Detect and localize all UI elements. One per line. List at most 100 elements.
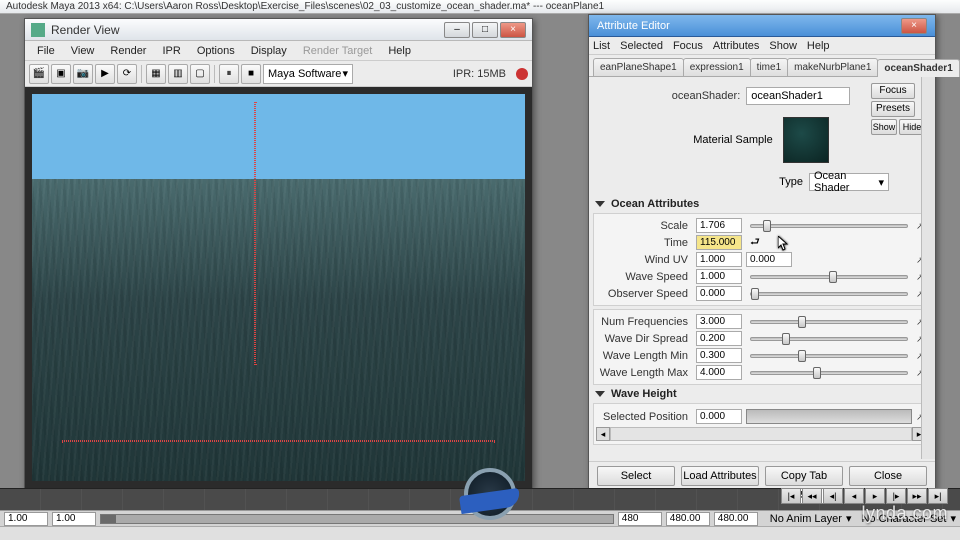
render-icon[interactable]: 🎬	[29, 64, 49, 84]
render-region-icon[interactable]: ▣	[51, 64, 71, 84]
refresh-icon[interactable]: ⟳	[117, 64, 137, 84]
range-slider[interactable]	[100, 514, 614, 524]
ipr-icon[interactable]: ▶	[95, 64, 115, 84]
maximize-button[interactable]: □	[472, 22, 498, 38]
menu-file[interactable]: File	[29, 43, 63, 59]
anim-layer-label[interactable]: No Anim Layer	[770, 513, 842, 525]
options-icon[interactable]: ▢	[190, 64, 210, 84]
range-playback-end-input[interactable]	[618, 512, 662, 526]
attr-slider[interactable]	[750, 275, 908, 279]
range-end-input[interactable]	[666, 512, 710, 526]
selected-position-input[interactable]	[696, 409, 742, 424]
attr-row: Wave Speed↗	[596, 268, 926, 285]
collapse-icon	[595, 391, 605, 397]
attr-slider[interactable]	[750, 292, 908, 296]
tab-time[interactable]: time1	[750, 58, 788, 76]
ae-menu-selected[interactable]: Selected	[620, 40, 663, 52]
watermark: lynda.com	[861, 503, 948, 524]
attribute-editor-titlebar[interactable]: Attribute Editor ×	[589, 15, 935, 37]
ae-menu-focus[interactable]: Focus	[673, 40, 703, 52]
load-attributes-button[interactable]: Load Attributes	[681, 466, 759, 486]
ramp-gradient[interactable]	[746, 409, 912, 424]
keep-image-icon[interactable]: ▦	[146, 64, 166, 84]
rendered-ocean	[32, 179, 525, 481]
menu-render-target[interactable]: Render Target	[295, 43, 381, 59]
attr-row: Time ⮐	[596, 234, 926, 251]
attr-slider[interactable]	[750, 371, 908, 375]
shader-name-input[interactable]	[746, 87, 850, 105]
attr-value-input[interactable]	[696, 365, 742, 380]
tab-expression[interactable]: expression1	[683, 58, 751, 76]
pause-icon[interactable]: ⏸	[219, 64, 239, 84]
menu-display[interactable]: Display	[243, 43, 295, 59]
attr-value-input[interactable]	[696, 235, 742, 250]
hscroll-track[interactable]	[610, 427, 912, 441]
copy-tab-button[interactable]: Copy Tab	[765, 466, 843, 486]
render-view-menubar: File View Render IPR Options Display Ren…	[25, 41, 532, 61]
attr-value2-input[interactable]	[746, 252, 792, 267]
render-view-titlebar[interactable]: Render View – □ ×	[25, 19, 532, 41]
range-playback-start-input[interactable]	[52, 512, 96, 526]
ae-menu-help[interactable]: Help	[807, 40, 830, 52]
render-region-baseline	[62, 440, 496, 442]
playback-controls: |◂ ◂◂ ◂| ◂ ▸ |▸ ▸▸ ▸|	[781, 488, 948, 504]
attr-value-input[interactable]	[696, 286, 742, 301]
wave-height-header[interactable]: Wave Height	[593, 385, 929, 403]
end-icon[interactable]: ▸|	[928, 488, 948, 504]
snapshot-icon[interactable]: 📷	[73, 64, 93, 84]
attr-label: Wave Length Max	[596, 367, 692, 379]
attr-value-input[interactable]	[696, 331, 742, 346]
ocean-attributes-header[interactable]: Ocean Attributes	[593, 195, 929, 213]
attr-label: Time	[596, 237, 692, 249]
menu-render[interactable]: Render	[102, 43, 154, 59]
render-output-area[interactable]	[25, 87, 532, 488]
menu-ipr[interactable]: IPR	[154, 43, 188, 59]
step-back-icon[interactable]: ◂◂	[802, 488, 822, 504]
ae-menu-attributes[interactable]: Attributes	[713, 40, 759, 52]
play-icon[interactable]: ▸	[865, 488, 885, 504]
menu-options[interactable]: Options	[189, 43, 243, 59]
attribute-editor-window: Attribute Editor × List Selected Focus A…	[588, 14, 936, 490]
attr-slider[interactable]	[750, 337, 908, 341]
ae-close-button[interactable]: ×	[901, 18, 927, 34]
attr-slider[interactable]	[750, 354, 908, 358]
step-fwd-icon[interactable]: ▸▸	[907, 488, 927, 504]
minimize-button[interactable]: –	[444, 22, 470, 38]
next-key-icon[interactable]: |▸	[886, 488, 906, 504]
stop-icon[interactable]: ■	[241, 64, 261, 84]
menu-help[interactable]: Help	[380, 43, 419, 59]
attr-slider[interactable]	[750, 320, 908, 324]
ae-menu-show[interactable]: Show	[769, 40, 797, 52]
tab-oceanplaneshape[interactable]: eanPlaneShape1	[593, 58, 684, 76]
vertical-scrollbar[interactable]	[921, 77, 935, 459]
remove-image-icon[interactable]: ▥	[168, 64, 188, 84]
tab-oceanshader[interactable]: oceanShader1	[877, 59, 959, 77]
prev-key-icon[interactable]: ◂|	[823, 488, 843, 504]
attr-value-input[interactable]	[696, 252, 742, 267]
attr-value-input[interactable]	[696, 314, 742, 329]
attr-slider[interactable]	[750, 224, 908, 228]
close-button[interactable]: ×	[500, 22, 526, 38]
attr-value-input[interactable]	[696, 218, 742, 233]
presets-button[interactable]: Presets	[871, 101, 915, 117]
focus-button[interactable]: Focus	[871, 83, 915, 99]
render-image	[32, 94, 525, 481]
range-end-input2[interactable]	[714, 512, 758, 526]
attr-row: Num Frequencies↗	[596, 313, 926, 330]
connection-icon[interactable]: ⮐	[750, 233, 760, 252]
range-start-input[interactable]	[4, 512, 48, 526]
type-select[interactable]: Ocean Shader▾	[809, 173, 889, 191]
menu-view[interactable]: View	[63, 43, 103, 59]
renderer-select[interactable]: Maya Software▾	[263, 64, 353, 84]
play-back-icon[interactable]: ◂	[844, 488, 864, 504]
close-button[interactable]: Close	[849, 466, 927, 486]
attr-value-input[interactable]	[696, 269, 742, 284]
tab-makenurbplane[interactable]: makeNurbPlane1	[787, 58, 878, 76]
material-sample-swatch[interactable]	[783, 117, 829, 163]
hscroll-left-icon[interactable]: ◂	[596, 427, 610, 441]
attr-value-input[interactable]	[696, 348, 742, 363]
ae-menu-list[interactable]: List	[593, 40, 610, 52]
show-button[interactable]: Show	[871, 119, 897, 135]
select-button[interactable]: Select	[597, 466, 675, 486]
rewind-icon[interactable]: |◂	[781, 488, 801, 504]
